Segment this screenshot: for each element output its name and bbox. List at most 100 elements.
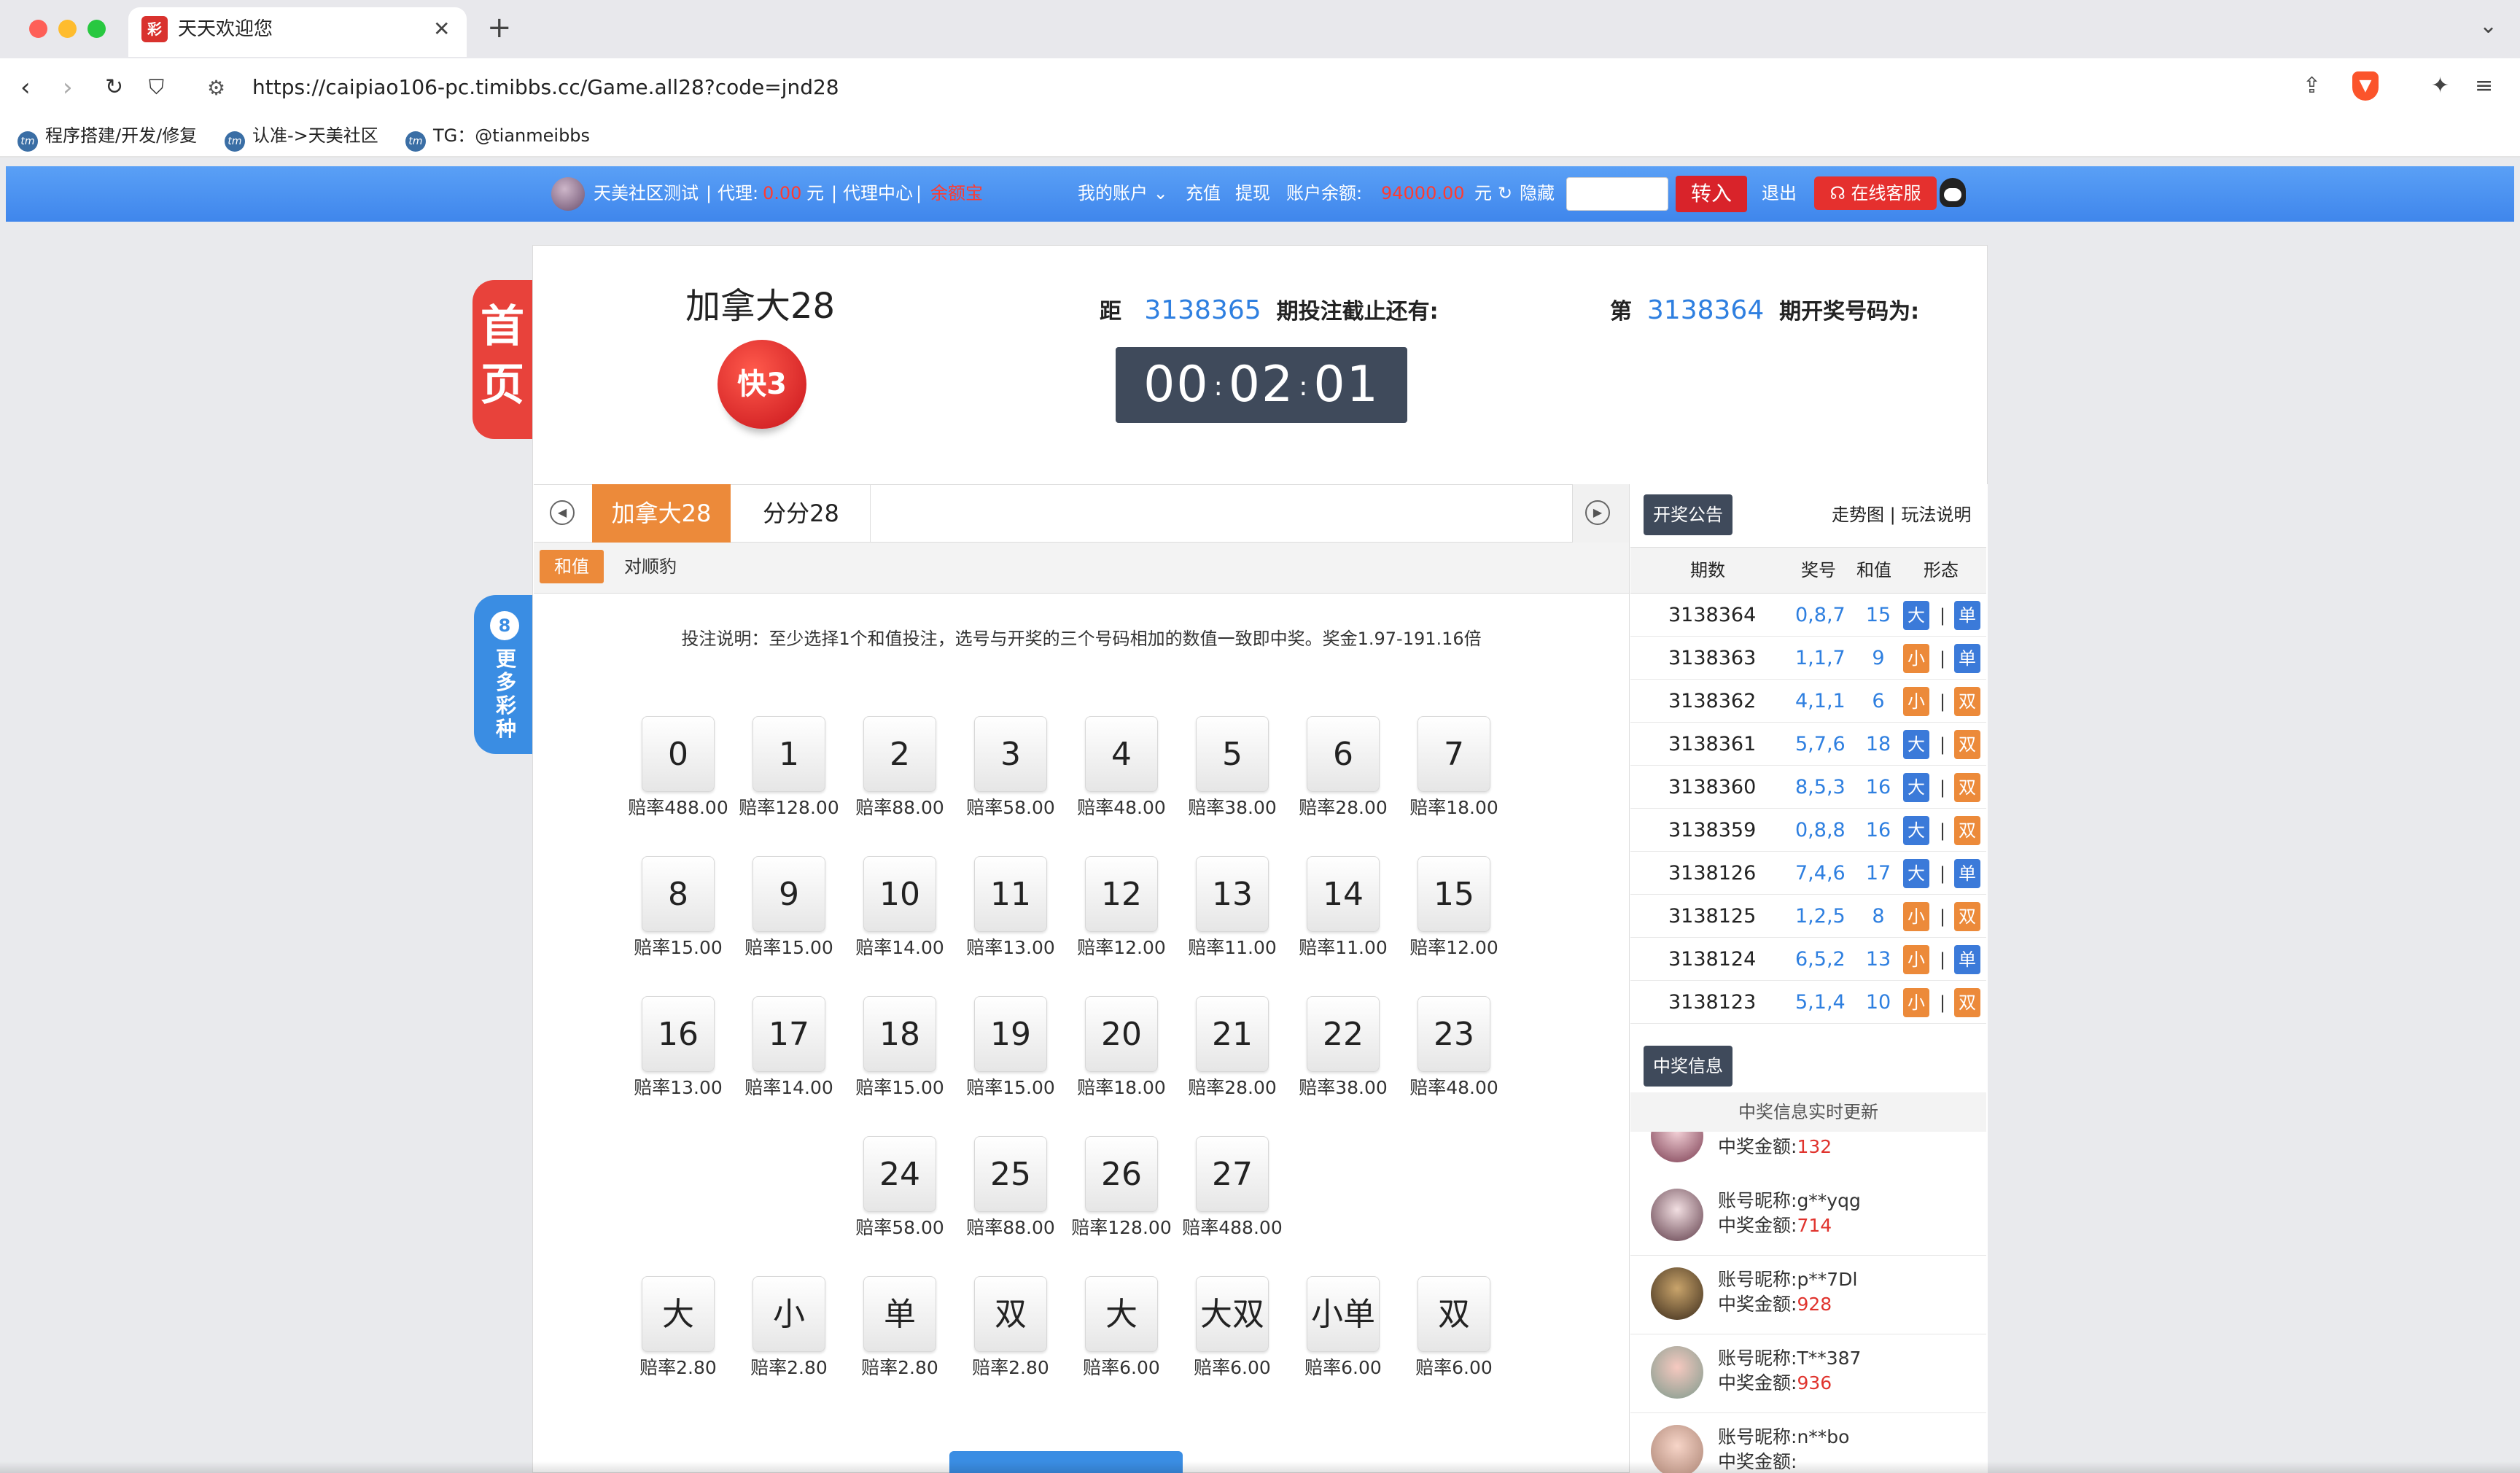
- countdown-seconds: 01: [1313, 356, 1380, 413]
- qq-icon[interactable]: [1940, 178, 1966, 207]
- draw-numbers: 1,2,5: [1795, 905, 1846, 928]
- home-side-tab[interactable]: 首页: [472, 280, 532, 439]
- transfer-in-button[interactable]: 转入: [1676, 176, 1747, 212]
- draw-notice-button[interactable]: 开奖公告: [1644, 494, 1732, 535]
- recharge-link[interactable]: 充值: [1186, 181, 1221, 206]
- site-info-icon[interactable]: ⚙: [207, 76, 225, 100]
- bookmark-item[interactable]: tm TG：@tianmeibbs: [405, 121, 591, 152]
- bet-option-button[interactable]: 大: [642, 1276, 715, 1352]
- window-minimize-button[interactable]: [58, 20, 77, 38]
- bet-option-button[interactable]: 18: [863, 996, 936, 1072]
- back-icon[interactable]: ‹: [20, 71, 31, 104]
- bet-option-button[interactable]: 2: [863, 716, 936, 792]
- menu-icon[interactable]: ≡: [2475, 73, 2493, 98]
- browser-tab-title[interactable]: 天天欢迎您: [178, 16, 273, 42]
- bet-option-button[interactable]: 19: [974, 996, 1047, 1072]
- bet-type-tabs: [534, 543, 1629, 594]
- window-zoom-button[interactable]: [88, 20, 106, 38]
- bookmark-item[interactable]: tm 程序搭建/开发/修复: [18, 121, 197, 152]
- hide-balance-link[interactable]: 隐藏: [1520, 181, 1555, 206]
- bet-option-button[interactable]: 单: [863, 1276, 936, 1352]
- game-logo-icon: 快3: [718, 340, 806, 429]
- bet-option-button[interactable]: 小单: [1307, 1276, 1380, 1352]
- logout-link[interactable]: 退出: [1762, 181, 1797, 206]
- bet-option-button[interactable]: 0: [642, 716, 715, 792]
- bet-option-button[interactable]: 大双: [1196, 1276, 1269, 1352]
- separator: |: [1889, 505, 1896, 525]
- bet-option-button[interactable]: 15: [1418, 856, 1490, 932]
- bet-option-button[interactable]: 7: [1418, 716, 1490, 792]
- subtab-pair-straight-triple[interactable]: 对顺豹: [624, 550, 677, 583]
- bet-option-button[interactable]: 23: [1418, 996, 1490, 1072]
- bet-odds: 赔率15.00: [855, 1077, 944, 1098]
- new-tab-icon[interactable]: +: [487, 12, 512, 44]
- bookmark-icon[interactable]: ⛉: [149, 71, 164, 104]
- online-service-button[interactable]: ☊ 在线客服: [1814, 176, 1937, 210]
- bet-option-button[interactable]: 大: [1085, 1276, 1158, 1352]
- bet-option-button[interactable]: 17: [752, 996, 825, 1072]
- reload-icon[interactable]: ↻: [105, 71, 123, 104]
- bet-option-button[interactable]: 20: [1085, 996, 1158, 1072]
- winner-nickname: 账号昵称:T**387: [1718, 1346, 1861, 1371]
- transfer-amount-input[interactable]: [1566, 177, 1668, 211]
- bet-option-button[interactable]: 27: [1196, 1136, 1269, 1212]
- winner-info-button[interactable]: 中奖信息: [1644, 1046, 1732, 1087]
- subtab-sum[interactable]: 和值: [540, 550, 604, 583]
- my-account-menu[interactable]: 我的账户 ⌄: [1078, 181, 1168, 206]
- tab-fenfen28[interactable]: 分分28: [732, 484, 871, 543]
- bet-option-button[interactable]: 1: [752, 716, 825, 792]
- tab-list-chevron-icon[interactable]: ⌄: [2479, 13, 2497, 39]
- winner-avatar: [1651, 1267, 1703, 1320]
- username[interactable]: 天美社区测试: [594, 181, 699, 206]
- bet-option-button[interactable]: 双: [974, 1276, 1047, 1352]
- trend-chart-link[interactable]: 走势图: [1832, 505, 1884, 525]
- tab-canada28[interactable]: 加拿大28: [592, 484, 731, 543]
- bet-option-button[interactable]: 3: [974, 716, 1047, 792]
- agent-amount: 0.00: [763, 183, 802, 203]
- bookmark-label: TG：@tianmeibbs: [433, 125, 591, 146]
- bet-option-button[interactable]: 21: [1196, 996, 1269, 1072]
- separator: |: [1940, 992, 1946, 1013]
- bet-option-button[interactable]: 双: [1418, 1276, 1490, 1352]
- leo-ai-icon[interactable]: ✦: [2431, 73, 2449, 98]
- bet-option-button[interactable]: 11: [974, 856, 1047, 932]
- draw-issue: 3138361: [1668, 733, 1757, 755]
- draw-numbers: 4,1,1: [1795, 690, 1846, 712]
- bet-option-button[interactable]: 4: [1085, 716, 1158, 792]
- agent-center-link[interactable]: 代理中心: [843, 181, 913, 206]
- draw-parity-tag: 双: [1954, 902, 1980, 931]
- share-icon[interactable]: ⇪: [2303, 73, 2321, 98]
- brave-shield-icon[interactable]: ▼: [2352, 71, 2379, 101]
- bet-option-button[interactable]: 6: [1307, 716, 1380, 792]
- refresh-icon[interactable]: ↻: [1498, 181, 1512, 206]
- draw-issue: 3138124: [1668, 948, 1757, 971]
- bet-option-button[interactable]: 13: [1196, 856, 1269, 932]
- bet-option-button[interactable]: 25: [974, 1136, 1047, 1212]
- bet-option-button[interactable]: 14: [1307, 856, 1380, 932]
- bet-option-button[interactable]: 9: [752, 856, 825, 932]
- bet-option-button[interactable]: 5: [1196, 716, 1269, 792]
- amount-value: 132: [1797, 1136, 1832, 1157]
- bet-option-button[interactable]: 22: [1307, 996, 1380, 1072]
- bet-option-button[interactable]: 24: [863, 1136, 936, 1212]
- url-text[interactable]: https://caipiao106-pc.timibbs.cc/Game.al…: [252, 73, 839, 102]
- bet-odds: 赔率15.00: [966, 1077, 1055, 1098]
- window-close-button[interactable]: [29, 20, 47, 38]
- scroll-left-icon[interactable]: ◀: [550, 500, 575, 525]
- tm-favicon-icon: tm: [225, 131, 245, 152]
- withdraw-link[interactable]: 提现: [1235, 181, 1270, 206]
- rules-link[interactable]: 玩法说明: [1901, 505, 1971, 525]
- bet-option-button[interactable]: 小: [752, 1276, 825, 1352]
- scroll-right-icon[interactable]: ▶: [1585, 500, 1610, 525]
- bet-option-button[interactable]: 10: [863, 856, 936, 932]
- yuebao-link[interactable]: 余额宝: [930, 181, 983, 206]
- tab-close-icon[interactable]: ✕: [433, 16, 450, 42]
- bet-option-button[interactable]: 8: [642, 856, 715, 932]
- chevron-down-icon: ⌄: [1153, 183, 1168, 203]
- bet-option-button[interactable]: 16: [642, 996, 715, 1072]
- forward-icon[interactable]: ›: [63, 71, 73, 104]
- bet-option-button[interactable]: 26: [1085, 1136, 1158, 1212]
- bookmark-item[interactable]: tm 认准->天美社区: [225, 121, 378, 152]
- bet-option-button[interactable]: 12: [1085, 856, 1158, 932]
- avatar[interactable]: [551, 177, 585, 211]
